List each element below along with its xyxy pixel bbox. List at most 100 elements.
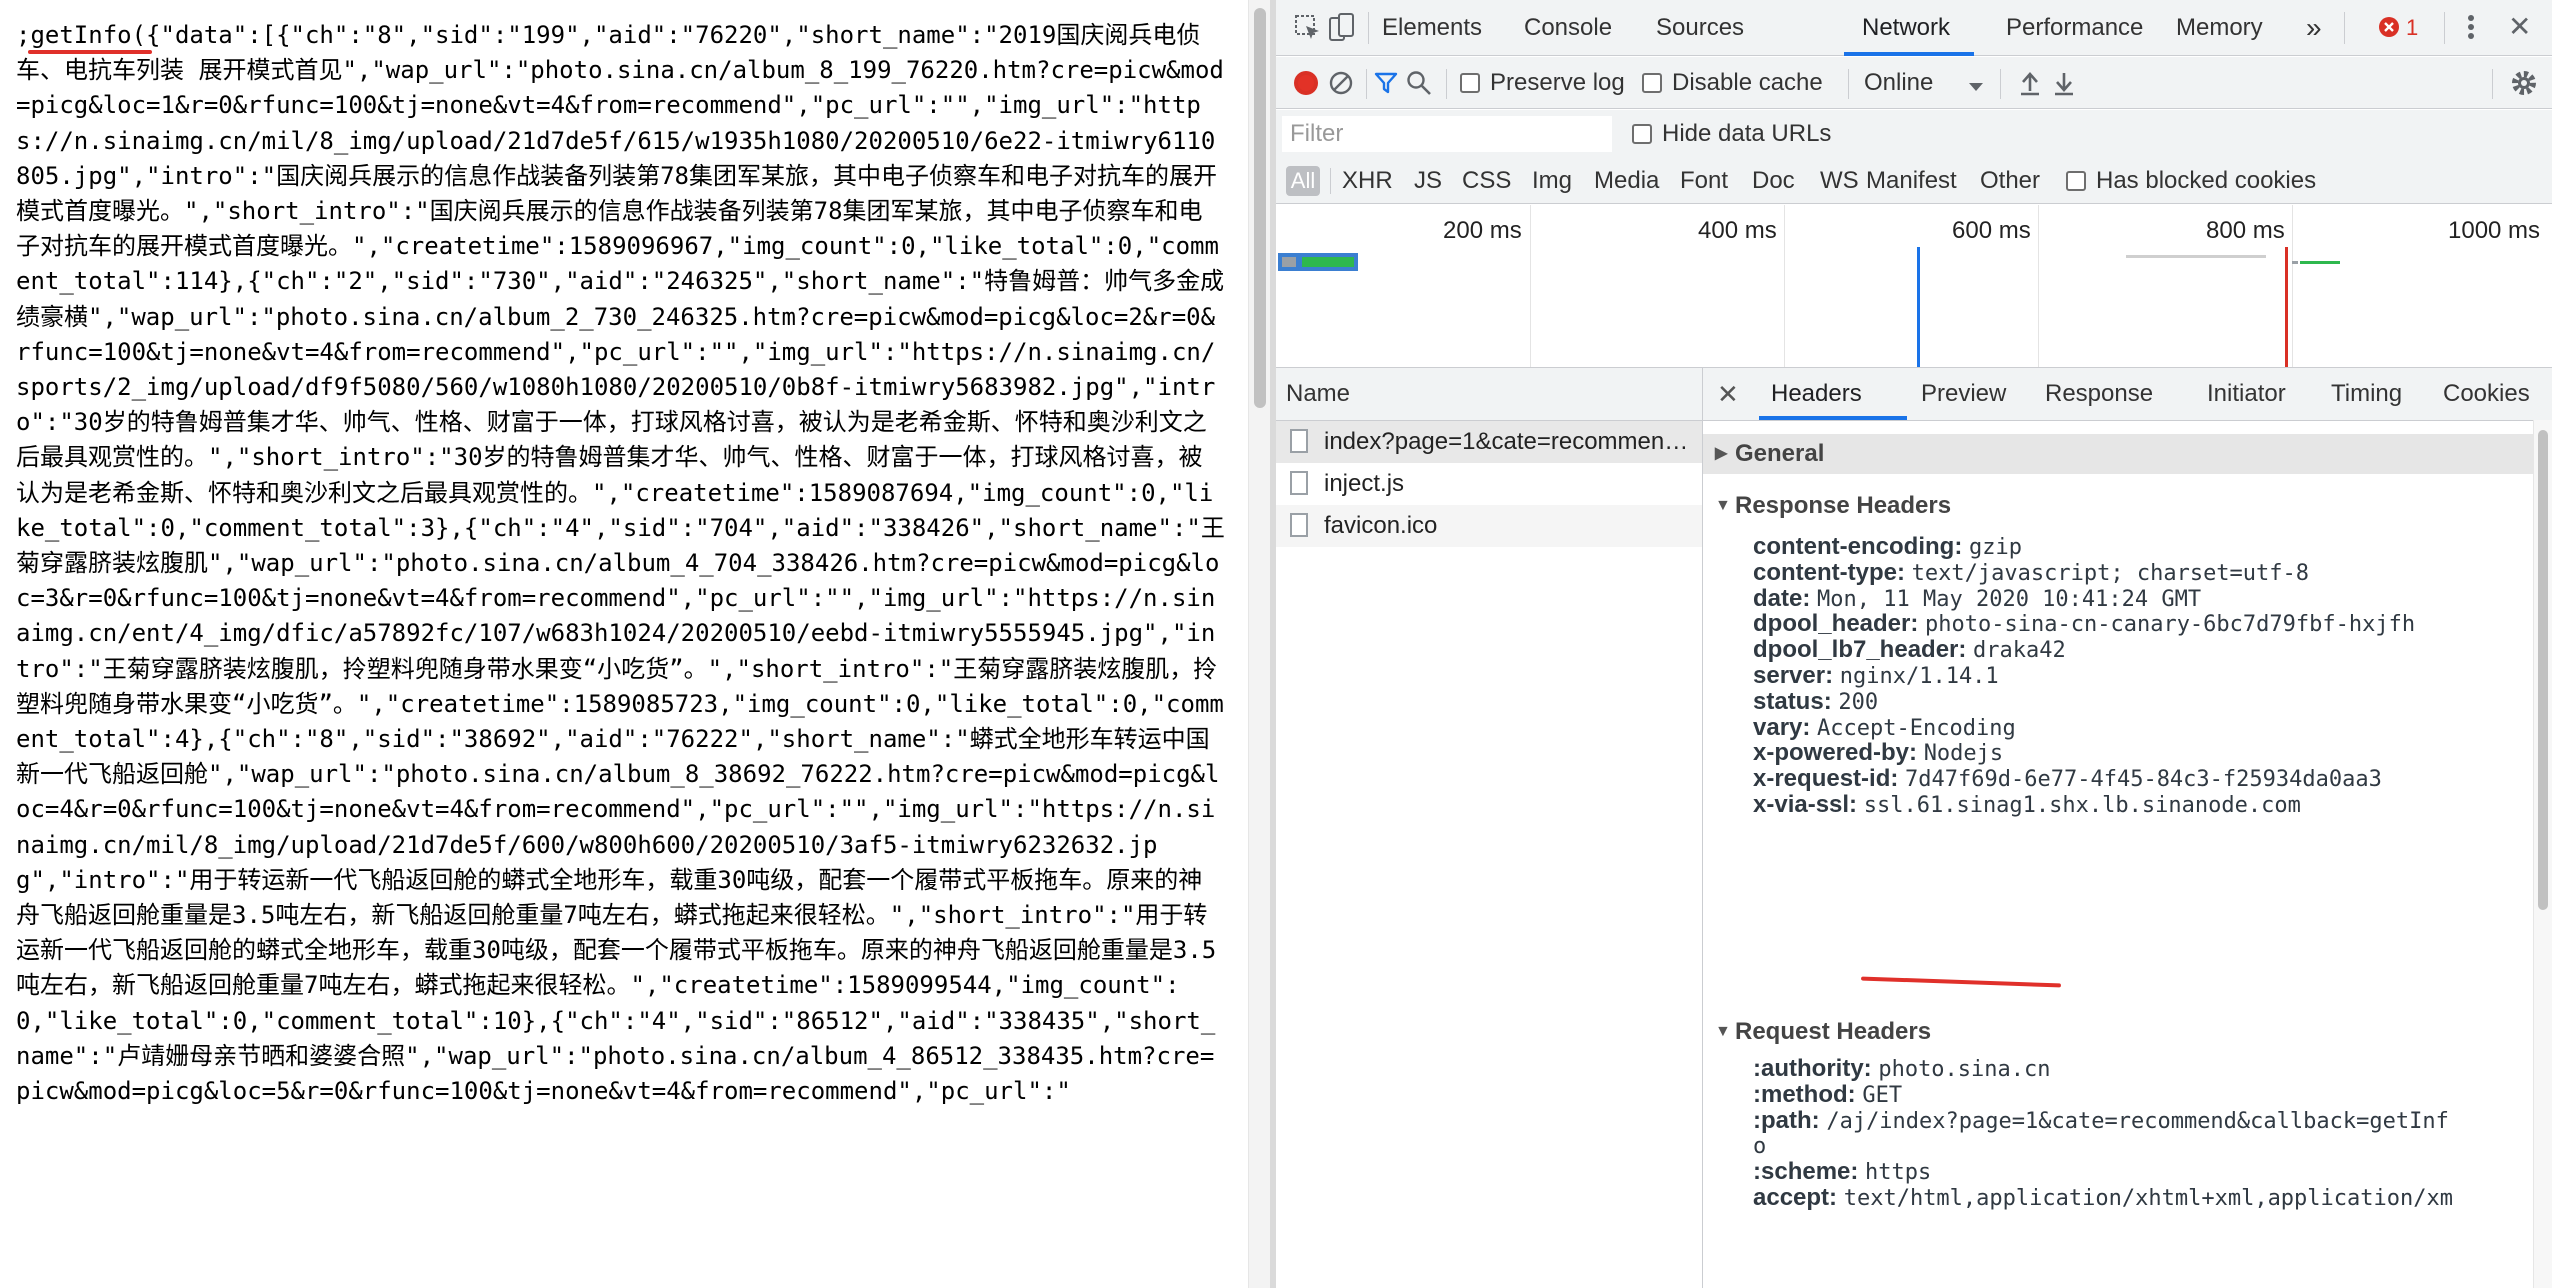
type-filter-css[interactable]: CSS (1462, 158, 1511, 204)
network-settings-gear-icon[interactable] (2510, 69, 2538, 102)
devtools-tabbar: Elements Console Sources Network Perform… (1276, 0, 2552, 56)
toolbar-separator (1446, 69, 1447, 99)
active-tab-indicator (1844, 52, 1974, 56)
request-waterfall-queue (1282, 257, 1296, 267)
triangle-down-icon: ▼ (1715, 497, 1731, 514)
toolbar-separator (1848, 69, 1849, 99)
left-scrollbar-thumb[interactable] (1254, 8, 1266, 408)
section-title: Request Headers (1735, 1018, 1932, 1045)
type-filter-font[interactable]: Font (1680, 158, 1728, 204)
more-tabs-button[interactable]: » (2306, 0, 2322, 56)
resource-type-bar: All XHR JS CSS Img Media Font Doc WS Man… (1276, 158, 2552, 204)
response-text-pane: ;getInfo({"data":[{"ch":"8","sid":"199",… (0, 0, 1248, 1288)
overview-tick-label: 200 ms (1443, 217, 1522, 244)
record-icon[interactable] (1292, 69, 1320, 102)
filter-icon[interactable] (1374, 71, 1398, 100)
response-headers-section-header[interactable]: ▼ Response Headers (1703, 486, 2533, 526)
overview-gridline (2038, 205, 2039, 367)
image-file-icon (1290, 513, 1308, 537)
kebab-menu-icon[interactable] (2464, 12, 2478, 47)
header-row[interactable]: x-via-ssl: ssl.61.sinag1.shx.lb.sinanode… (1753, 784, 2533, 826)
devtools-panel: Elements Console Sources Network Perform… (1276, 0, 2552, 1288)
request-row[interactable]: favicon.ico (1276, 505, 1702, 547)
type-filter-manifest[interactable]: Manifest (1866, 158, 1957, 204)
type-filter-js[interactable]: JS (1414, 158, 1442, 204)
tab-console[interactable]: Console (1524, 0, 1612, 56)
section-title: Response Headers (1735, 492, 1952, 519)
tab-network[interactable]: Network (1862, 0, 1950, 56)
detail-tab-cookies[interactable]: Cookies (2443, 368, 2530, 420)
request-waterfall-download (1302, 257, 1354, 267)
header-value: text/html,application/xhtml+xml,applicat… (1843, 1186, 2453, 1211)
request-name: index?page=1&cate=recommend&callback=get… (1324, 428, 1694, 455)
export-har-icon[interactable] (2052, 69, 2076, 102)
detail-scrollbar[interactable] (2533, 420, 2552, 1288)
detail-scrollbar-thumb[interactable] (2538, 430, 2548, 910)
type-filter-other[interactable]: Other (1980, 158, 2040, 204)
hide-data-urls-checkbox[interactable] (1632, 124, 1652, 144)
jsonp-response-text: ;getInfo({"data":[{"ch":"8","sid":"199",… (16, 18, 1226, 1109)
network-overview-timeline[interactable]: 200 ms 400 ms 600 ms 800 ms 1000 ms (1276, 205, 2552, 368)
throttling-select[interactable]: Online (1864, 57, 1933, 109)
hide-data-urls-label[interactable]: Hide data URLs (1662, 110, 1831, 158)
overview-tick-label: 600 ms (1952, 217, 2031, 244)
detail-tab-initiator[interactable]: Initiator (2207, 368, 2286, 420)
close-detail-icon[interactable]: ✕ (1717, 368, 1739, 420)
type-filter-ws[interactable]: WS (1820, 158, 1859, 204)
detail-tab-response[interactable]: Response (2045, 368, 2153, 420)
disable-cache-checkbox[interactable] (1642, 73, 1662, 93)
request-waterfall-download (2300, 261, 2340, 264)
triangle-down-icon: ▼ (1715, 1023, 1731, 1040)
name-column-header-label: Name (1286, 380, 1351, 407)
request-row[interactable]: inject.js (1276, 463, 1702, 505)
detail-tab-headers[interactable]: Headers (1771, 368, 1862, 420)
document-icon (1290, 429, 1308, 453)
preserve-log-label[interactable]: Preserve log (1490, 57, 1625, 109)
tabbar-separator (2344, 12, 2345, 44)
network-filter-bar: Filter Hide data URLs (1276, 110, 2552, 158)
type-filter-xhr[interactable]: XHR (1342, 158, 1393, 204)
type-filter-media[interactable]: Media (1594, 158, 1659, 204)
type-filter-img[interactable]: Img (1532, 158, 1572, 204)
tab-sources[interactable]: Sources (1656, 0, 1744, 56)
detail-tab-timing[interactable]: Timing (2331, 368, 2402, 420)
tab-elements[interactable]: Elements (1382, 0, 1482, 56)
disable-cache-label[interactable]: Disable cache (1672, 57, 1823, 109)
general-section-header[interactable]: ▶ General (1703, 434, 2533, 474)
request-headers-section-header[interactable]: ▼ Request Headers (1703, 1012, 2533, 1052)
tab-performance[interactable]: Performance (2006, 0, 2143, 56)
triangle-right-icon: ▶ (1715, 445, 1728, 462)
header-row[interactable]: accept: text/html,application/xhtml+xml,… (1753, 1177, 2533, 1219)
search-icon[interactable] (1406, 70, 1432, 101)
response-body: ({"data":[{"ch":"8","sid":"199","aid":"7… (16, 21, 1225, 1106)
error-icon[interactable] (2378, 16, 2400, 43)
import-har-icon[interactable] (2018, 69, 2042, 102)
type-filter-doc[interactable]: Doc (1752, 158, 1795, 204)
preserve-log-checkbox[interactable] (1460, 73, 1480, 93)
type-separator (1330, 168, 1331, 194)
device-toolbar-icon[interactable] (1328, 12, 1356, 47)
section-title: General (1735, 440, 1825, 467)
network-split-view: Name index?page=1&cate=recommend&callbac… (1276, 368, 2552, 1288)
chevron-down-icon[interactable] (1968, 79, 1984, 97)
has-blocked-cookies-checkbox[interactable] (2066, 171, 2086, 191)
request-waterfall-waiting (2126, 255, 2266, 258)
request-name: inject.js (1324, 470, 1405, 497)
error-count[interactable]: 1 (2406, 0, 2418, 56)
detail-tab-preview[interactable]: Preview (1921, 368, 2006, 420)
has-blocked-cookies-label[interactable]: Has blocked cookies (2096, 158, 2316, 204)
request-detail-panel: ✕ Headers Preview Response Initiator Tim… (1703, 368, 2552, 1288)
network-toolbar: Preserve log Disable cache Online (1276, 57, 2552, 109)
tab-memory[interactable]: Memory (2176, 0, 2263, 56)
clear-icon[interactable] (1328, 70, 1354, 101)
content-type-annotation-underline (1860, 976, 2062, 988)
close-devtools-icon[interactable]: ✕ (2508, 12, 2531, 42)
tabbar-separator (1368, 12, 1369, 44)
filter-input[interactable]: Filter (1282, 116, 1612, 152)
header-key: accept: (1753, 1184, 1838, 1211)
inspect-element-icon[interactable] (1294, 14, 1322, 47)
request-row[interactable]: index?page=1&cate=recommend&callback=get… (1276, 421, 1702, 463)
type-filter-all[interactable]: All (1286, 166, 1320, 196)
left-scrollbar[interactable] (1248, 0, 1271, 1288)
name-column-header[interactable]: Name (1276, 368, 1702, 421)
